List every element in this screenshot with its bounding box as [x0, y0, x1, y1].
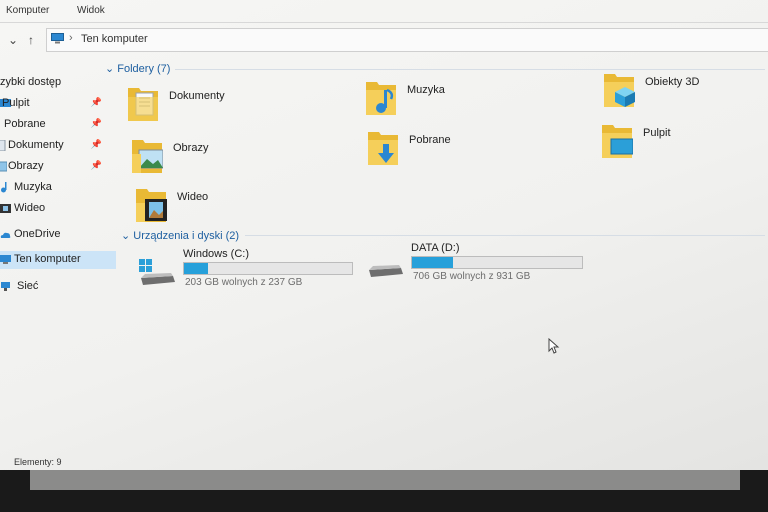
devices-group-header[interactable]: ⌄ Urządzenia i dyski (2) — [121, 229, 239, 242]
nav-item-onedrive[interactable]: OneDrive — [0, 226, 116, 244]
nav-item-label: Muzyka — [14, 181, 52, 193]
3d-objects-folder-icon — [604, 74, 635, 107]
nav-item-label: Wideo — [14, 202, 46, 214]
desktop-folder-icon — [602, 125, 633, 158]
drive-free-space: 203 GB wolnych z 237 GB — [185, 277, 303, 288]
documents-icon — [0, 140, 6, 151]
drive-name: DATA (D:) — [411, 242, 460, 254]
devices-group-label: Urządzenia i dyski (2) — [133, 230, 240, 242]
nav-item-label: Ten komputer — [14, 253, 81, 265]
nav-item-network[interactable]: Sieć — [0, 278, 116, 296]
folder-label: Obiekty 3D — [645, 76, 700, 88]
music-icon — [1, 182, 7, 193]
folders-group-label: Foldery (7) — [117, 63, 171, 75]
nav-item-downloads[interactable]: Pobrane 📌 — [0, 116, 116, 134]
folder-label: Pulpit — [643, 127, 671, 139]
folder-documents[interactable]: Dokumenty — [127, 84, 327, 128]
folder-music[interactable]: Muzyka — [365, 78, 565, 122]
recent-locations-chevron-icon[interactable]: ⌄ — [8, 33, 18, 47]
pin-icon[interactable]: 📌 — [91, 118, 102, 129]
documents-folder-icon — [128, 88, 158, 121]
computer-icon — [0, 255, 11, 264]
folder-label: Pobrane — [409, 134, 451, 146]
main-content: ⌄ Foldery (7) Dokumenty Muzyka Obiekty 3… — [105, 58, 768, 458]
tab-computer[interactable]: Komputer — [6, 5, 49, 16]
nav-item-music[interactable]: Muzyka — [0, 179, 116, 197]
address-bar-row: ⌄ ↑ › Ten komputer — [0, 26, 768, 52]
pin-icon[interactable]: 📌 — [91, 160, 102, 171]
music-folder-icon — [366, 82, 396, 115]
nav-item-videos[interactable]: Wideo — [0, 200, 116, 218]
address-bar[interactable]: › Ten komputer — [46, 28, 768, 52]
network-icon — [1, 282, 10, 291]
downloads-folder-icon — [368, 132, 398, 165]
drive-c[interactable]: Windows (C:) 203 GB wolnych z 237 GB — [139, 248, 379, 296]
drive-name: Windows (C:) — [183, 248, 250, 260]
file-explorer-window: Komputer Widok ⌄ ↑ › Ten komputer zybki … — [0, 0, 768, 470]
drive-usage-bar — [183, 262, 353, 275]
nav-quick-access[interactable]: zybki dostęp — [0, 74, 116, 92]
folder-label: Muzyka — [407, 84, 445, 96]
ribbon: Komputer Widok — [0, 0, 768, 23]
pictures-folder-icon — [132, 140, 163, 173]
drive-usage-fill — [412, 257, 454, 268]
nav-item-documents[interactable]: Dokumenty 📌 — [0, 137, 116, 155]
mouse-cursor-icon — [548, 338, 560, 354]
videos-folder-icon — [136, 189, 167, 222]
folder-desktop[interactable]: Pulpit — [601, 121, 768, 165]
folder-videos[interactable]: Wideo — [135, 185, 335, 229]
nav-item-label: OneDrive — [14, 228, 61, 240]
folder-label: Wideo — [177, 191, 209, 203]
screen-bezel-reflection — [30, 470, 740, 490]
drive-usage-bar — [411, 256, 583, 269]
hard-drive-icon — [369, 265, 403, 277]
pin-icon[interactable]: 📌 — [91, 97, 102, 108]
nav-item-label: Sieć — [17, 280, 39, 292]
folder-label: Dokumenty — [169, 90, 225, 102]
folder-downloads[interactable]: Pobrane — [367, 128, 567, 172]
folders-group-header[interactable]: ⌄ Foldery (7) — [105, 62, 170, 75]
breadcrumb-this-pc[interactable]: Ten komputer — [81, 33, 148, 45]
folder-label: Obrazy — [173, 142, 209, 154]
nav-item-label: Obrazy — [8, 160, 44, 172]
breadcrumb-separator: › — [69, 32, 73, 44]
folder-pictures[interactable]: Obrazy — [131, 136, 331, 180]
navigation-pane: zybki dostęp Pulpit 📌 Pobrane 📌 Dokument… — [0, 70, 118, 460]
nav-item-label: Pulpit — [2, 97, 30, 109]
pin-icon[interactable]: 📌 — [91, 139, 102, 150]
nav-quick-access-label: zybki dostęp — [0, 76, 62, 88]
nav-item-label: Pobrane — [4, 118, 46, 130]
onedrive-cloud-icon — [0, 232, 11, 238]
drive-d[interactable]: DATA (D:) 706 GB wolnych z 931 GB — [367, 242, 607, 290]
drive-free-space: 706 GB wolnych z 931 GB — [413, 271, 531, 282]
drive-usage-fill — [184, 263, 209, 274]
status-item-count: Elementy: 9 — [14, 457, 62, 467]
nav-item-this-pc[interactable]: Ten komputer — [0, 251, 116, 269]
computer-icon — [51, 33, 64, 44]
videos-icon — [0, 204, 11, 213]
up-button[interactable]: ↑ — [28, 33, 34, 47]
nav-item-desktop[interactable]: Pulpit 📌 — [0, 95, 116, 113]
windows-drive-icon — [139, 259, 175, 285]
folder-3d-objects[interactable]: Obiekty 3D — [603, 70, 768, 114]
nav-item-label: Dokumenty — [8, 139, 64, 151]
group-divider — [245, 235, 765, 236]
nav-item-pictures[interactable]: Obrazy 📌 — [0, 158, 116, 176]
pictures-icon — [0, 161, 7, 172]
tab-view[interactable]: Widok — [77, 5, 105, 16]
